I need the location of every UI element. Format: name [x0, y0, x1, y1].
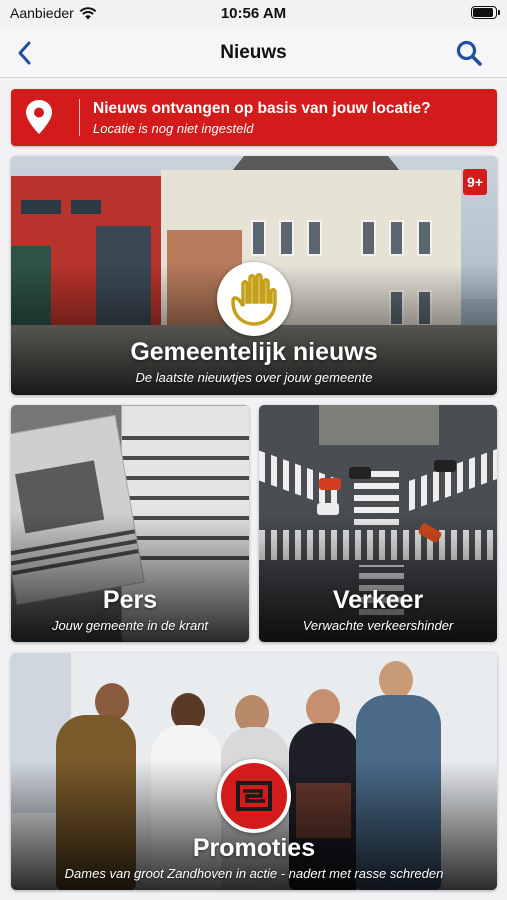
search-button[interactable] [455, 39, 483, 67]
banner-subtitle: Locatie is nog niet ingesteld [93, 121, 254, 136]
location-pin-icon [26, 100, 52, 134]
tile-promoties[interactable]: Promoties Dames van groot Zandhoven in a… [11, 653, 497, 890]
navigation-bar: Nieuws [0, 28, 507, 78]
banner-title: Nieuws ontvangen op basis van jouw locat… [93, 100, 431, 117]
tile-subtitle: De laatste nieuwtjes over jouw gemeente [135, 370, 373, 385]
tile-title: Promoties [192, 834, 316, 862]
search-icon [456, 40, 482, 66]
tile-subtitle: Verwachte verkeershinder [302, 618, 454, 633]
tile-verkeer[interactable]: Verkeer Verwachte verkeershinder [259, 405, 497, 642]
tile-subtitle: Jouw gemeente in de krant [51, 618, 209, 633]
page-title: Nieuws [220, 42, 287, 63]
battery-level [473, 8, 493, 17]
tile-title: Gemeentelijk nieuws [130, 338, 378, 366]
tile-pers[interactable]: Pers Jouw gemeente in de krant [11, 405, 249, 642]
clock: 10:56 AM [220, 5, 287, 22]
tile-gemeentelijk-nieuws[interactable]: 9+ Gemeentelijk nieuws De laatste nieuwt… [11, 156, 497, 395]
unread-badge: 9+ [463, 169, 487, 195]
location-banner[interactable]: Nieuws ontvangen op basis van jouw locat… [11, 89, 497, 146]
z-logo-icon [236, 781, 272, 811]
status-bar: Aanbieder 10:56 AM [0, 0, 507, 28]
hand-logo-icon [231, 273, 277, 326]
banner-divider [79, 99, 80, 136]
tile-subtitle: Dames van groot Zandhoven in actie - nad… [64, 866, 444, 881]
promo-logo-icon [217, 759, 291, 833]
battery-icon [471, 6, 500, 19]
tile-title: Pers [102, 586, 158, 614]
tile-title: Verkeer [332, 586, 424, 614]
gemeente-logo-icon [217, 262, 291, 336]
